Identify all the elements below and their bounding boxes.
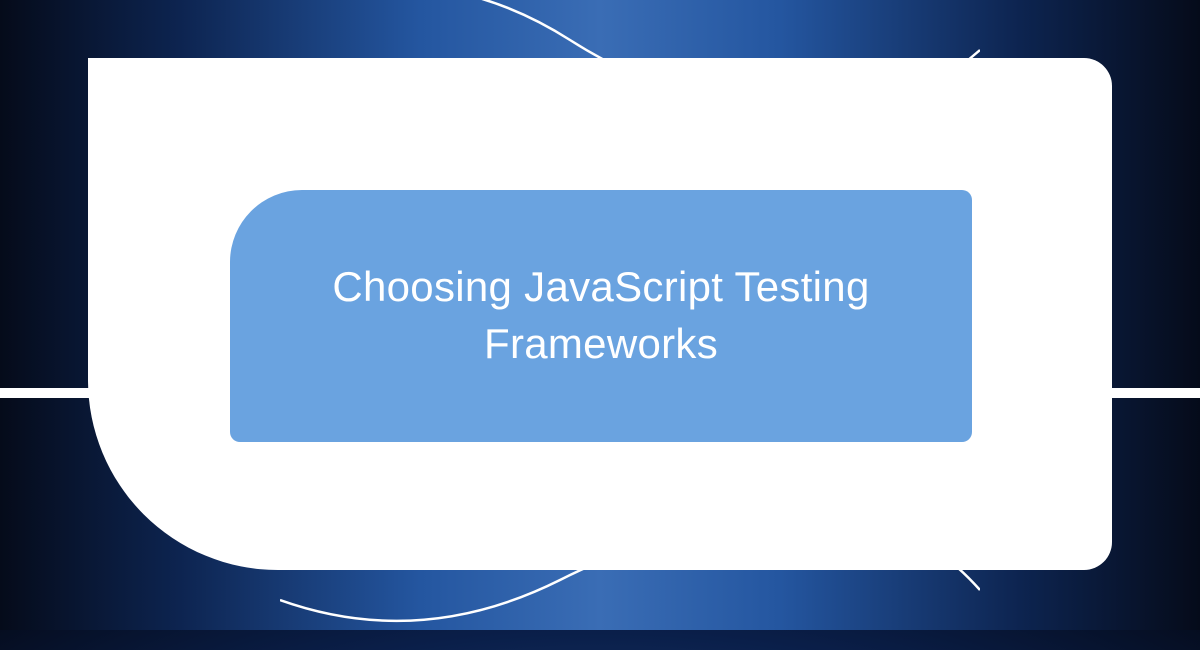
inner-title-panel: Choosing JavaScript Testing Frameworks [230,190,972,442]
page-title: Choosing JavaScript Testing Frameworks [270,259,932,372]
